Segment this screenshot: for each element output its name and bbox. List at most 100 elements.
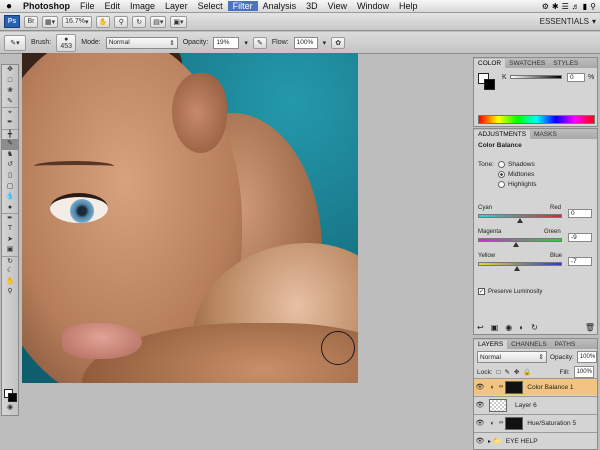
yellow-blue-value-input[interactable]: -7 (568, 257, 592, 266)
menu-image[interactable]: Image (125, 1, 160, 11)
shape-tool-icon[interactable]: ▣ (2, 245, 18, 256)
menu-view[interactable]: View (323, 1, 352, 11)
dodge-tool-icon[interactable]: ● (2, 203, 18, 214)
clip-layer-icon[interactable]: ▣ (491, 323, 499, 332)
hand-tool-icon[interactable]: ✋ (2, 277, 18, 288)
3d-rotate-tool-icon[interactable]: ↻ (2, 255, 18, 267)
background-color-swatch[interactable] (8, 393, 17, 402)
magenta-green-slider-thumb[interactable] (512, 242, 519, 247)
battery-icon[interactable]: ▮ (583, 2, 587, 11)
quick-mask-icon[interactable]: ◉ (2, 403, 18, 414)
yellow-blue-slider-thumb[interactable] (513, 266, 520, 271)
tab-color[interactable]: COLOR (474, 59, 506, 68)
tab-masks[interactable]: MASKS (530, 130, 561, 139)
yellow-blue-slider[interactable] (478, 262, 562, 266)
launch-bridge-button[interactable]: Br (24, 15, 38, 28)
eye-icon[interactable]: 👁 (474, 419, 486, 427)
cyan-red-slider-thumb[interactable] (517, 218, 523, 223)
tab-paths[interactable]: PATHS (551, 340, 580, 349)
quick-selection-tool-icon[interactable]: ✎ (2, 97, 18, 108)
eye-icon[interactable]: 👁 (474, 383, 486, 391)
menu-photoshop[interactable]: Photoshop (18, 1, 75, 11)
color-ramp[interactable] (478, 115, 595, 124)
menu-help[interactable]: Help (394, 1, 423, 11)
lock-pixels-icon[interactable]: ✎ (504, 368, 509, 376)
magenta-green-value-input[interactable]: -9 (568, 233, 592, 242)
magenta-green-slider[interactable] (478, 238, 562, 242)
eyedropper-tool-icon[interactable]: ✒ (2, 118, 18, 129)
crop-tool-icon[interactable]: ⌖ (2, 107, 18, 118)
rotate-view-button[interactable]: ↻ (132, 15, 147, 28)
k-value-input[interactable]: 0 (567, 73, 585, 82)
menu-window[interactable]: Window (352, 1, 394, 11)
eye-icon[interactable]: 👁 (474, 437, 486, 445)
hand-tool-button[interactable]: ✋ (95, 15, 111, 28)
k-slider[interactable] (510, 75, 562, 79)
lock-all-icon[interactable]: 🔒 (523, 368, 531, 376)
flow-arrow-icon[interactable]: ▾ (323, 39, 327, 47)
cyan-red-value-input[interactable]: 0 (568, 209, 592, 218)
pen-tool-icon[interactable]: ✒ (2, 213, 18, 224)
brush-picker[interactable]: ● 453 (56, 33, 77, 52)
layer-thumbnail[interactable] (489, 398, 507, 412)
color-background-swatch[interactable] (484, 79, 495, 90)
tone-highlights[interactable]: Highlights (498, 180, 537, 190)
apple-icon[interactable]: ● (0, 1, 18, 12)
eye-icon[interactable]: 👁 (474, 401, 486, 409)
preserve-luminosity-checkbox[interactable]: ✓ Preserve Luminosity (478, 288, 542, 295)
visibility-icon[interactable]: ◉ (505, 323, 512, 332)
layer-opacity-input[interactable]: 100% (576, 351, 597, 363)
blend-mode-select[interactable]: Normal ⇕ (477, 351, 547, 363)
tab-adjustments[interactable]: ADJUSTMENTS (474, 130, 531, 139)
opacity-input[interactable]: 19% (213, 36, 240, 49)
history-brush-tool-icon[interactable]: ↺ (2, 160, 18, 171)
tab-layers[interactable]: LAYERS (474, 340, 508, 349)
reset-icon[interactable]: ↻ (531, 323, 538, 332)
workspace-switcher[interactable]: ESSENTIALS ▾ (540, 17, 596, 26)
lock-transparency-icon[interactable]: □ (497, 369, 501, 376)
disclosure-triangle-icon[interactable]: ▸ (488, 438, 491, 445)
tone-midtones[interactable]: Midtones (498, 170, 537, 180)
airbrush-button[interactable]: ✿ (331, 36, 346, 49)
tab-swatches[interactable]: SWATCHES (505, 59, 549, 68)
return-icon[interactable]: ↩ (477, 323, 484, 332)
marquee-tool-icon[interactable]: □ (2, 76, 18, 87)
menu-select[interactable]: Select (193, 1, 228, 11)
type-tool-icon[interactable]: T (2, 224, 18, 235)
layer-mask-thumbnail[interactable] (505, 380, 524, 394)
layer-row-eye-help[interactable]: 👁 ▸ 📁 EYE HELP (474, 432, 597, 449)
tool-preset-picker[interactable]: ✎▾ (4, 34, 26, 51)
tone-shadows[interactable]: Shadows (498, 160, 537, 170)
view-previous-icon[interactable]: ◐ (519, 323, 524, 332)
eraser-tool-icon[interactable]: ▯ (2, 171, 18, 182)
tablet-opacity-button[interactable]: ✎ (252, 36, 267, 49)
menu-analysis[interactable]: Analysis (258, 1, 302, 11)
zoom-tool-icon[interactable]: ⚲ (2, 287, 18, 298)
tab-styles[interactable]: STYLES (549, 59, 582, 68)
wifi-icon[interactable]: ☰ (562, 2, 569, 11)
menu-filter[interactable]: Filter (227, 1, 258, 11)
gradient-tool-icon[interactable]: ▢ (2, 182, 18, 193)
menu-edit[interactable]: Edit (100, 1, 126, 11)
menu-3d[interactable]: 3D (301, 1, 323, 11)
delete-adjustment-icon[interactable]: 🗑 (585, 323, 595, 332)
zoom-tool-button[interactable]: ⚲ (114, 15, 129, 28)
menu-file[interactable]: File (75, 1, 100, 11)
layer-row-hue-saturation[interactable]: 👁 ◐ ∞ Hue/Saturation 5 (474, 414, 597, 431)
lock-position-icon[interactable]: ✥ (514, 368, 519, 376)
bluetooth-icon[interactable]: ✱ (552, 2, 559, 11)
menu-layer[interactable]: Layer (160, 1, 193, 11)
path-selection-tool-icon[interactable]: ➤ (2, 235, 18, 246)
mode-select[interactable]: Normal ⇕ (105, 36, 178, 49)
lasso-tool-icon[interactable]: ❀ (2, 86, 18, 97)
tab-channels[interactable]: CHANNELS (507, 340, 550, 349)
brush-tool-icon[interactable]: ✎ (2, 139, 18, 150)
healing-brush-tool-icon[interactable]: ╋ (2, 128, 18, 140)
view-extras-button[interactable]: ▦▾ (42, 15, 59, 28)
layer-mask-thumbnail[interactable] (505, 416, 524, 430)
3d-orbit-tool-icon[interactable]: ☾ (2, 266, 18, 277)
screen-mode-button[interactable]: ▣▾ (170, 15, 187, 28)
fill-input[interactable]: 100% (573, 366, 594, 378)
spotlight-icon[interactable]: ⚲ (590, 2, 596, 11)
flow-input[interactable]: 100% (293, 36, 318, 49)
